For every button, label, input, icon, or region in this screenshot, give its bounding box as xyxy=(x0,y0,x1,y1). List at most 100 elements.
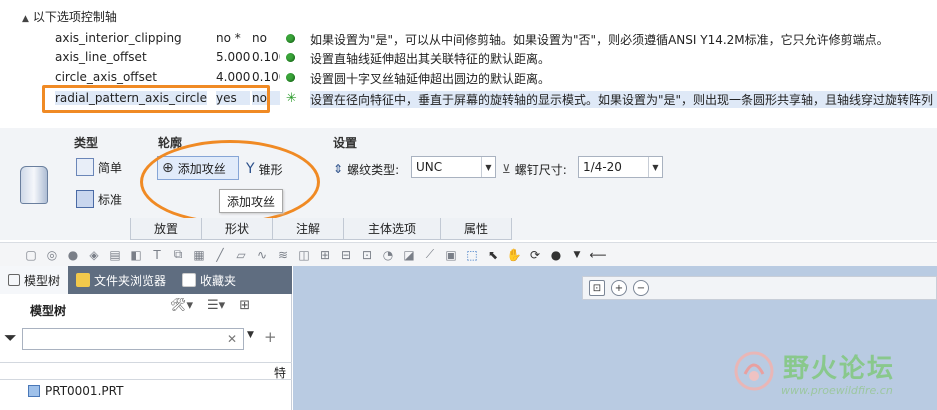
sketch-icon[interactable]: ◧ xyxy=(127,246,145,264)
thread-icon: ⇕ xyxy=(333,162,344,176)
options-section-header[interactable]: ▲ 以下选项控制轴 xyxy=(22,8,117,25)
view-icon[interactable]: ◎ xyxy=(43,246,61,264)
ribbon-tabs: 放置 形状 注解 主体选项 属性 xyxy=(130,218,512,240)
spline-icon[interactable]: ∿ xyxy=(253,246,271,264)
status-dot-icon xyxy=(286,53,296,63)
panel-tabs: 模型树 文件夹浏览器 收藏夹 xyxy=(0,266,292,294)
pattern-icon[interactable]: ⊡ xyxy=(358,246,376,264)
settings-tools-icon[interactable]: 🛠▾ xyxy=(170,298,193,313)
watermark-logo-icon xyxy=(734,351,774,391)
cube-icon[interactable]: ⬚ xyxy=(463,246,481,264)
zoom-in-icon[interactable]: + xyxy=(611,280,627,296)
option-default: no xyxy=(252,31,267,45)
mirror-icon[interactable]: ◫ xyxy=(295,246,313,264)
pan-hand-icon[interactable]: ✋ xyxy=(505,246,523,264)
option-value: 5.0000 xyxy=(216,50,250,64)
favorites-icon xyxy=(182,273,197,287)
part-icon xyxy=(28,385,40,397)
search-input[interactable]: ✕ xyxy=(22,328,244,350)
list-icon[interactable]: ☰▾ xyxy=(207,298,225,313)
model-tree-panel: 模型树 文件夹浏览器 收藏夹 模型树 🛠▾ ☰▾ ⊞ ⏷ ✕ ▼ + 特 PRT… xyxy=(0,266,292,410)
refit-icon[interactable]: ⊡ xyxy=(589,280,605,296)
copy-icon[interactable]: ⧉ xyxy=(169,246,187,264)
group-label-type: 类型 xyxy=(74,136,99,150)
tooltip: 添加攻丝 xyxy=(219,189,283,213)
select-icon[interactable]: ⬉ xyxy=(484,246,502,264)
zoom-out-icon[interactable]: − xyxy=(633,280,649,296)
folder-icon[interactable]: ▤ xyxy=(106,246,124,264)
merge-icon[interactable]: ⊞ xyxy=(316,246,334,264)
curve-icon[interactable]: ≋ xyxy=(274,246,292,264)
status-dot-icon xyxy=(286,34,296,44)
tab-annotation[interactable]: 注解 xyxy=(272,218,344,240)
option-name: axis_line_offset xyxy=(55,50,147,64)
option-default: 0.100 xyxy=(252,70,280,84)
simple-hole-button[interactable]: 简单 xyxy=(76,156,122,178)
standard-hole-button[interactable]: 标准 xyxy=(76,188,122,210)
arrow-left-icon[interactable]: ⟵ xyxy=(589,246,607,264)
line-icon[interactable]: ╱ xyxy=(211,246,229,264)
tab-shape[interactable]: 形状 xyxy=(201,218,273,240)
tab-placement[interactable]: 放置 xyxy=(130,218,202,240)
option-name: axis_interior_clipping xyxy=(55,31,182,45)
chevron-down-icon[interactable]: ▼ xyxy=(247,330,254,340)
thread-type-select[interactable]: UNC ▼ xyxy=(411,156,496,178)
option-value: no * xyxy=(216,31,241,45)
option-description: 设置在径向特征中，垂直于屏幕的旋转轴的显示模式。如果设置为"是"，则出现一条圆形… xyxy=(310,91,937,108)
sphere-icon[interactable]: ● xyxy=(64,246,82,264)
filter-icon: ⏷ xyxy=(4,328,17,347)
view-toolbar: ⊡ + − xyxy=(582,276,937,300)
option-description: 如果设置为"是"，可以从中间修剪轴。如果设置为"否"，则必须遵循ANSI Y14… xyxy=(310,33,889,47)
tab-body-options[interactable]: 主体选项 xyxy=(343,218,441,240)
text-icon[interactable]: T xyxy=(148,246,166,264)
chevron-down-icon: ▼ xyxy=(648,157,662,177)
clear-icon[interactable]: ✕ xyxy=(227,332,237,346)
standard-hole-icon xyxy=(76,190,94,208)
hole-feature-icon xyxy=(20,166,48,204)
spin-icon[interactable]: ⟳ xyxy=(526,246,544,264)
chamfer-icon[interactable]: ◪ xyxy=(400,246,418,264)
highlight-rectangle xyxy=(42,85,270,113)
tab-favorites[interactable]: 收藏夹 xyxy=(174,266,244,294)
ribbon: 类型 轮廓 设置 简单 标准 ⊕ 添加攻丝 Y 锥形 添加攻丝 ⇕ 螺纹类型: … xyxy=(0,128,937,240)
changed-star-icon: ✳ xyxy=(286,91,297,106)
group-label-settings: 设置 xyxy=(333,136,358,150)
rib-icon[interactable]: ⟋ xyxy=(421,246,439,264)
tab-folder-browser[interactable]: 文件夹浏览器 xyxy=(68,266,174,294)
chevron-down-icon[interactable]: ▼ xyxy=(568,246,586,264)
option-name: circle_axis_offset xyxy=(55,70,157,84)
screw-icon: ⊻ xyxy=(502,162,511,176)
folder-icon xyxy=(76,273,91,287)
status-dot-icon xyxy=(286,73,296,83)
tab-model-tree[interactable]: 模型树 xyxy=(0,266,69,294)
shading-icon[interactable]: ● xyxy=(547,246,565,264)
option-value: 4.0000 xyxy=(216,70,250,84)
thread-type-label: ⇕ 螺纹类型: xyxy=(333,162,400,177)
screw-size-label: ⊻ 螺钉尺寸: xyxy=(502,162,567,177)
graphics-toolbar: ▢ ◎ ● ◈ ▤ ◧ T ⧉ ▦ ╱ ▱ ∿ ≋ ◫ ⊞ ⊟ ⊡ ◔ ◪ ⟋ … xyxy=(0,242,937,266)
round-icon[interactable]: ◔ xyxy=(379,246,397,264)
trim-icon[interactable]: ⊟ xyxy=(337,246,355,264)
panel-title: 模型树 xyxy=(30,304,67,318)
parallelogram-icon[interactable]: ▱ xyxy=(232,246,250,264)
datum-plane-icon[interactable]: ▢ xyxy=(22,246,40,264)
tree-icon xyxy=(8,274,20,286)
tab-properties[interactable]: 属性 xyxy=(440,218,512,240)
graphics-window[interactable]: ⊡ + − 野火论坛 www.proewildfire.cn xyxy=(293,266,937,410)
option-row[interactable]: axis_interior_clipping no * no 如果设置为"是"，… xyxy=(0,29,937,49)
tree-item-part[interactable]: PRT0001.PRT xyxy=(28,384,123,398)
layer-icon[interactable]: ◈ xyxy=(85,246,103,264)
chevron-down-icon: ▼ xyxy=(481,157,495,177)
option-description: 设置圆十字叉丝轴延伸超出圆边的默认距离。 xyxy=(310,72,551,86)
shell-icon[interactable]: ▣ xyxy=(442,246,460,264)
watermark: 野火论坛 www.proewildfire.cn xyxy=(723,348,923,404)
columns-icon[interactable]: ⊞ xyxy=(239,298,250,313)
config-options-table: ▲ 以下选项控制轴 axis_interior_clipping no * no … xyxy=(0,0,937,113)
option-description: 设置直轴线延伸超出其关联特征的默认距离。 xyxy=(310,52,551,66)
add-icon[interactable]: + xyxy=(264,328,277,346)
collapse-triangle-icon[interactable]: ▲ xyxy=(22,14,29,24)
option-row[interactable]: axis_line_offset 5.0000 0.100 设置直轴线延伸超出其… xyxy=(0,48,937,68)
paste-icon[interactable]: ▦ xyxy=(190,246,208,264)
column-header: 特 xyxy=(0,362,292,380)
screw-size-select[interactable]: 1/4-20 ▼ xyxy=(578,156,663,178)
